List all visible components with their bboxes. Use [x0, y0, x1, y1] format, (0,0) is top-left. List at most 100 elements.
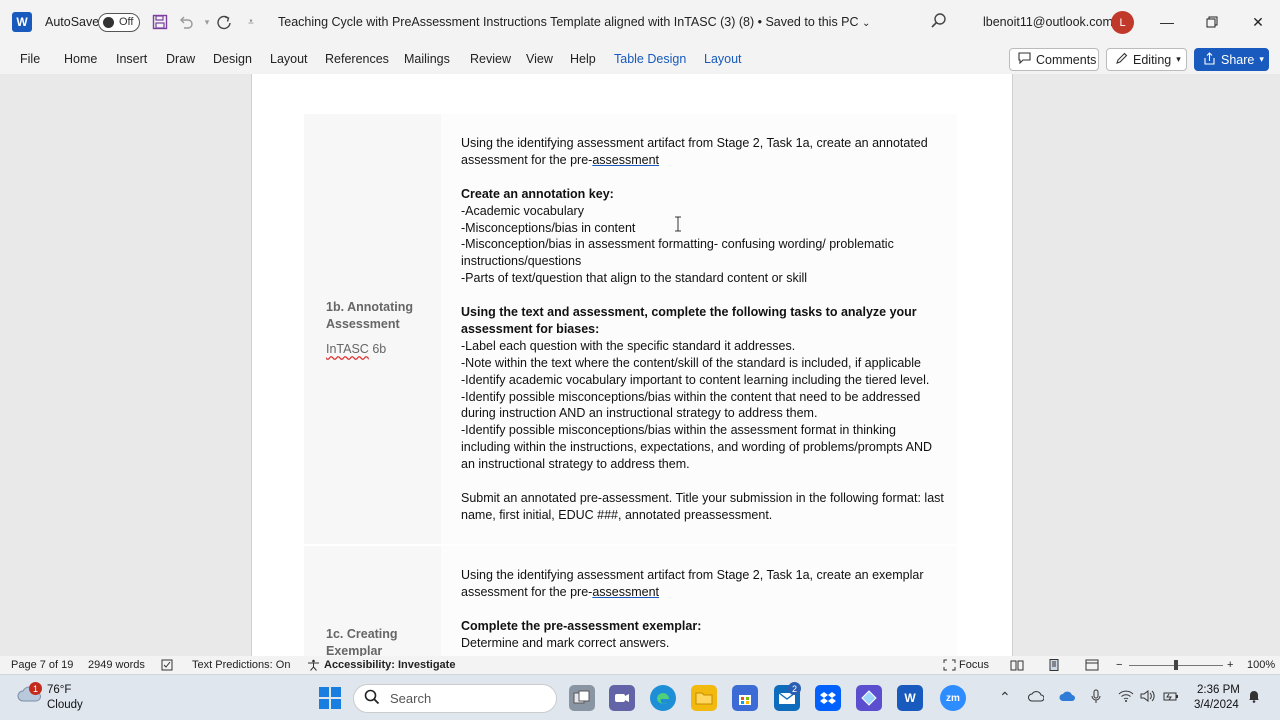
store-icon[interactable] — [732, 685, 758, 711]
accessibility-status[interactable]: Accessibility: Investigate — [324, 659, 455, 671]
zoom-level[interactable]: 100% — [1247, 659, 1275, 671]
wifi-icon[interactable] — [1118, 689, 1134, 705]
list-item: -Identify academic vocabulary important … — [461, 372, 930, 387]
row1-body-text[interactable]: Using the identifying assessment artifac… — [461, 135, 961, 524]
save-icon[interactable] — [150, 12, 170, 32]
paragraph: Using the identifying assessment artifac… — [461, 568, 924, 582]
microphone-icon[interactable] — [1090, 689, 1102, 708]
customize-toolbar-icon[interactable]: ⩡ — [241, 12, 261, 32]
clock-date[interactable]: 3/4/2024 — [1194, 699, 1239, 711]
mail-badge: 2 — [788, 682, 801, 695]
underlined-word: assessment — [592, 152, 660, 167]
document-canvas[interactable]: 1b. Annotating Assessment InTASC 6b Usin… — [0, 74, 1280, 656]
tab-table-layout[interactable]: Layout — [704, 52, 742, 66]
comments-button[interactable]: Comments — [1009, 48, 1099, 71]
chevron-down-icon: ▾ — [1176, 54, 1181, 64]
row-label-standard: InTASC 6b — [326, 342, 386, 356]
focus-icon[interactable] — [943, 659, 956, 674]
autosave-toggle[interactable]: Off — [98, 13, 140, 32]
print-layout-icon[interactable] — [1047, 659, 1061, 674]
list-item: -Identify possible misconceptions/bias w… — [461, 423, 896, 438]
weather-temp[interactable]: 76°F — [47, 684, 71, 696]
tab-mailings[interactable]: Mailings — [404, 52, 450, 66]
teams-icon[interactable] — [609, 685, 635, 711]
avatar[interactable]: L — [1111, 11, 1134, 34]
redo-icon[interactable] — [214, 12, 234, 32]
row-label-line: 1c. Creating — [326, 627, 398, 641]
autosave-label: AutoSave — [45, 15, 100, 29]
onedrive-icon[interactable] — [1059, 689, 1075, 705]
list-item: -Parts of text/question that align to th… — [461, 271, 808, 286]
row-label-line: Assessment — [326, 317, 400, 331]
account-name[interactable]: lbenoit11@outlook.com — [983, 15, 1113, 29]
taskbar-search[interactable]: Search — [353, 684, 557, 713]
task-view-icon[interactable] — [569, 685, 595, 711]
zoom-in-button[interactable]: + — [1227, 659, 1233, 671]
paragraph: assessment for the pre-assessment — [461, 584, 961, 601]
tab-draw[interactable]: Draw — [166, 52, 195, 66]
battery-icon[interactable] — [1163, 689, 1179, 705]
word-count[interactable]: 2949 words — [88, 659, 145, 671]
zoom-app-icon[interactable]: zm — [940, 685, 966, 711]
tab-layout[interactable]: Layout — [270, 52, 308, 66]
word-taskbar-icon[interactable]: W — [897, 685, 923, 711]
row-label-annotating: 1b. Annotating Assessment — [326, 299, 413, 333]
tab-home[interactable]: Home — [64, 52, 97, 66]
chevron-down-icon: ⌄ — [862, 18, 871, 29]
list-item: -Label each question with the specific s… — [461, 338, 796, 353]
tasks-heading: assessment for biases: — [461, 321, 600, 336]
undo-icon[interactable] — [176, 12, 196, 32]
chevron-up-icon[interactable]: ⌃ — [999, 689, 1011, 706]
edge-icon[interactable] — [650, 685, 676, 711]
zoom-out-button[interactable]: − — [1116, 659, 1122, 671]
tab-review[interactable]: Review — [470, 52, 511, 66]
word-app-icon: W — [12, 12, 32, 32]
weather-condition[interactable]: Cloudy — [47, 699, 83, 711]
document-title[interactable]: Teaching Cycle with PreAssessment Instru… — [278, 15, 870, 29]
zoom-slider-thumb[interactable] — [1174, 660, 1178, 670]
row2-body-text[interactable]: Using the identifying assessment artifac… — [461, 567, 961, 652]
volume-icon[interactable] — [1140, 689, 1156, 705]
standard-name: InTASC — [326, 342, 369, 356]
tab-table-design[interactable]: Table Design — [614, 52, 686, 66]
paragraph-text: assessment for the pre- — [461, 152, 593, 167]
accessibility-icon[interactable] — [307, 659, 320, 674]
editing-mode-button[interactable]: Editing ▾ — [1106, 48, 1187, 71]
paragraph: assessment for the pre-assessment — [461, 152, 961, 169]
list-item: including within the instructions, expec… — [461, 440, 933, 455]
read-mode-icon[interactable] — [1010, 659, 1024, 674]
tab-references[interactable]: References — [325, 52, 389, 66]
tab-file[interactable]: File — [20, 52, 40, 66]
tab-insert[interactable]: Insert — [116, 52, 147, 66]
text-predictions-status[interactable]: Text Predictions: On — [192, 659, 290, 671]
share-button[interactable]: Share ▾ — [1194, 48, 1269, 71]
document-page[interactable]: 1b. Annotating Assessment InTASC 6b Usin… — [251, 74, 1013, 656]
close-button[interactable]: ✕ — [1243, 10, 1273, 34]
search-icon[interactable] — [930, 12, 950, 32]
key-heading: Create an annotation key: — [461, 186, 614, 201]
cloud-sync-icon[interactable] — [1028, 689, 1045, 705]
web-layout-icon[interactable] — [1085, 659, 1099, 674]
text-cursor-icon — [674, 216, 682, 232]
minimize-button[interactable]: — — [1152, 10, 1182, 34]
clock-time[interactable]: 2:36 PM — [1197, 684, 1240, 696]
focus-mode-button[interactable]: Focus — [959, 659, 989, 671]
copilot-icon[interactable] — [856, 685, 882, 711]
file-explorer-icon[interactable] — [691, 685, 717, 711]
proofing-icon[interactable] — [161, 659, 174, 674]
list-item: an instructional strategy to address the… — [461, 457, 690, 472]
tab-design[interactable]: Design — [213, 52, 252, 66]
dropbox-icon[interactable] — [815, 685, 841, 711]
restore-button[interactable] — [1197, 10, 1227, 34]
pencil-icon — [1115, 52, 1128, 68]
paragraph: Submit an annotated pre-assessment. Titl… — [461, 490, 944, 505]
page-count[interactable]: Page 7 of 19 — [11, 659, 73, 671]
list-item: -Note within the text where the content/… — [461, 355, 921, 370]
tab-help[interactable]: Help — [570, 52, 596, 66]
comments-label: Comments — [1036, 52, 1097, 67]
windows-start-icon[interactable] — [319, 687, 341, 709]
search-placeholder: Search — [390, 691, 432, 706]
notification-bell-icon[interactable] — [1247, 689, 1261, 706]
tab-view[interactable]: View — [526, 52, 553, 66]
